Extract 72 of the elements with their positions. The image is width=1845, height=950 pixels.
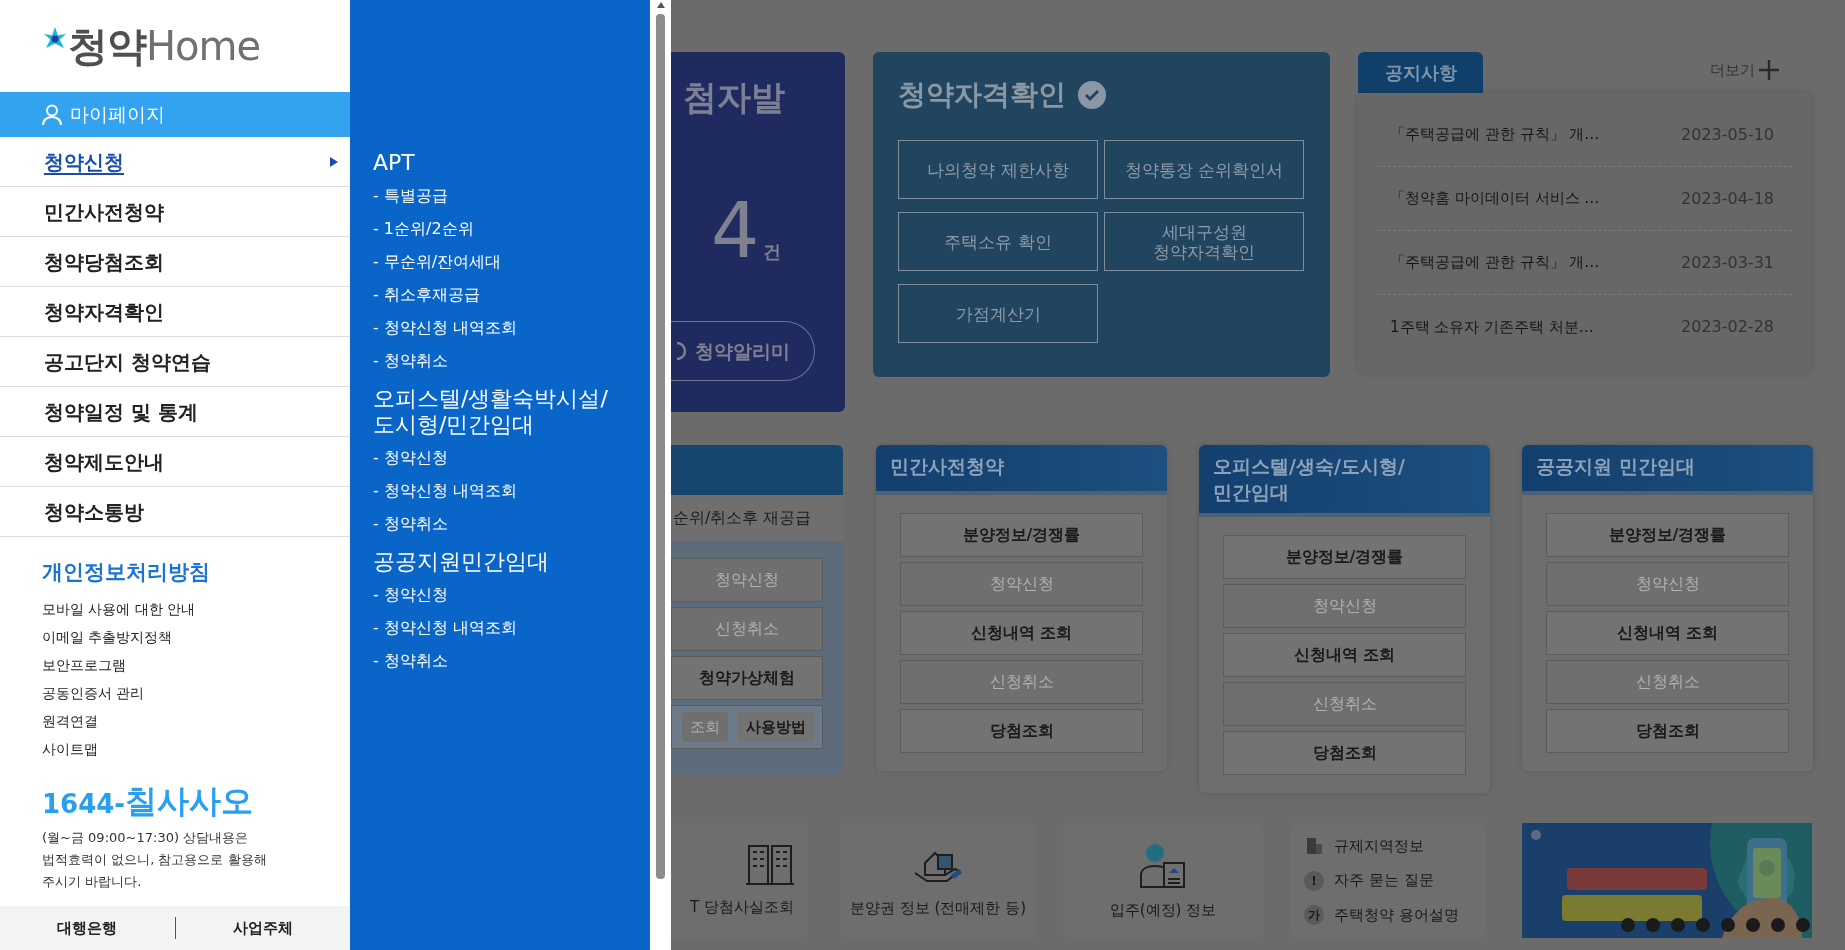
footer-link[interactable]: 이메일 추출방지정책	[42, 622, 350, 651]
submenu-item[interactable]: - 특별공급	[373, 184, 638, 217]
footer-link[interactable]: 원격연결	[42, 706, 350, 735]
card-subtitle: 순위/취소후 재공급	[672, 507, 812, 529]
building-icon	[1304, 836, 1324, 856]
submenu-item[interactable]: - 청약취소	[373, 512, 638, 545]
footer-tab[interactable]: 사업주체	[175, 916, 350, 940]
buildings-icon	[746, 842, 794, 887]
count-number: 4	[711, 193, 760, 269]
count-unit: 건	[763, 240, 782, 264]
footer-link[interactable]: 공동인증서 관리	[42, 678, 350, 707]
service-button[interactable]: 당첨조회	[1546, 709, 1789, 753]
hours-text: (월~금 09:00~17:30) 상담내용은 법적효력이 없으니, 참고용으로 활용해 주시기 바랍니다.	[41, 828, 268, 891]
eligibility-button[interactable]: 나의청약 제한사항	[898, 140, 1098, 199]
glyph-icon: !	[1304, 870, 1324, 891]
submenu-heading[interactable]: 오피스텔/생활숙박시설/도시형/민간임대	[373, 386, 623, 438]
submenu-item[interactable]: - 청약신청 내역조회	[373, 616, 638, 649]
scrollbar-thumb[interactable]	[656, 14, 665, 879]
card-header: 오피스텔/생숙/도시형/민간임대	[1199, 445, 1490, 517]
card-header: 민간사전청약	[876, 445, 1167, 495]
submenu-heading[interactable]: 공공지원민간임대	[373, 549, 623, 575]
service-button[interactable]: 사용방법	[738, 712, 814, 742]
submenu-heading[interactable]: APT	[373, 150, 623, 176]
mypage-link[interactable]: 마이페이지	[0, 92, 350, 137]
submenu-item[interactable]: - 청약신청	[373, 583, 638, 616]
notice-title[interactable]: 1주택 소유자 기존주택 처분…	[1390, 315, 1594, 339]
card-title: 청약자격확인	[898, 77, 1066, 113]
service-button[interactable]: 청약가상체험	[671, 656, 823, 700]
service-button[interactable]: 신청내역 조회	[1546, 611, 1789, 655]
arrow-right-icon	[330, 156, 338, 167]
scroll-up-icon[interactable]	[656, 2, 665, 8]
eligibility-button[interactable]: 주택소유 확인	[898, 212, 1098, 271]
submenu-item[interactable]: - 청약신청	[373, 446, 638, 479]
submenu-item[interactable]: - 1순위/2순위	[373, 217, 638, 250]
notice-title[interactable]: 「주택공급에 관한 규칙」 개…	[1390, 123, 1600, 146]
submenu-item[interactable]: - 청약신청 내역조회	[373, 479, 638, 512]
footer-link[interactable]: 보안프로그램	[42, 650, 350, 679]
phone-word: 칠사사오	[125, 784, 254, 817]
eligibility-button[interactable]: 청약통장 순위확인서	[1104, 140, 1304, 199]
plus-icon[interactable]	[1759, 59, 1779, 80]
footer-tab[interactable]: 대행은행	[0, 916, 175, 940]
submenu-item[interactable]: - 청약신청 내역조회	[373, 316, 638, 349]
eligibility-button[interactable]: 세대구성원 청약자격확인	[1104, 212, 1304, 271]
service-button[interactable]: 당첨조회	[900, 709, 1143, 753]
service-button[interactable]: 당첨조회	[1223, 731, 1466, 775]
submenu-item[interactable]: - 취소후재공급	[373, 283, 638, 316]
card-title: 첨자발	[682, 76, 786, 119]
service-button[interactable]: 신청내역 조회	[900, 611, 1143, 655]
service-button[interactable]: 신청내역 조회	[1223, 633, 1466, 677]
info-link[interactable]: 규제지역정보	[1334, 834, 1424, 858]
service-button[interactable]: 분양정보/경쟁률	[900, 513, 1143, 557]
glyph-icon: 가	[1304, 905, 1324, 925]
submenu-item[interactable]: - 무순위/잔여세대	[373, 250, 638, 283]
info-link[interactable]: 주택청약 용어설명	[1334, 903, 1459, 927]
footer-link[interactable]: 모바일 사용에 대한 안내	[42, 594, 350, 623]
service-button[interactable]: 분양정보/경쟁률	[1223, 535, 1466, 579]
info-link[interactable]: 자주 묻는 질문	[1334, 869, 1434, 892]
card-header: 공공지원 민간임대	[1522, 445, 1813, 495]
user-icon	[42, 103, 62, 126]
notice-tab[interactable]: 공지사항	[1358, 52, 1483, 93]
more-link[interactable]: 더보기	[1710, 58, 1755, 81]
check-circle-icon	[1078, 81, 1106, 109]
submenu-item[interactable]: - 청약취소	[373, 349, 638, 382]
notice-title[interactable]: 「주택공급에 관한 규칙」 개…	[1390, 251, 1600, 274]
phone-prefix: 1644-	[42, 790, 126, 817]
submenu-item[interactable]: - 청약취소	[373, 649, 638, 682]
eligibility-button[interactable]: 가점계산기	[898, 284, 1098, 343]
logo-text[interactable]: 청약Home	[68, 26, 261, 66]
notice-title[interactable]: 「청약홈 마이데이터 서비스 …	[1390, 187, 1600, 210]
service-button[interactable]: 분양정보/경쟁률	[1546, 513, 1789, 557]
footer-link[interactable]: 사이트맵	[42, 734, 350, 763]
policy-link[interactable]: 개인정보처리방침	[42, 557, 350, 589]
